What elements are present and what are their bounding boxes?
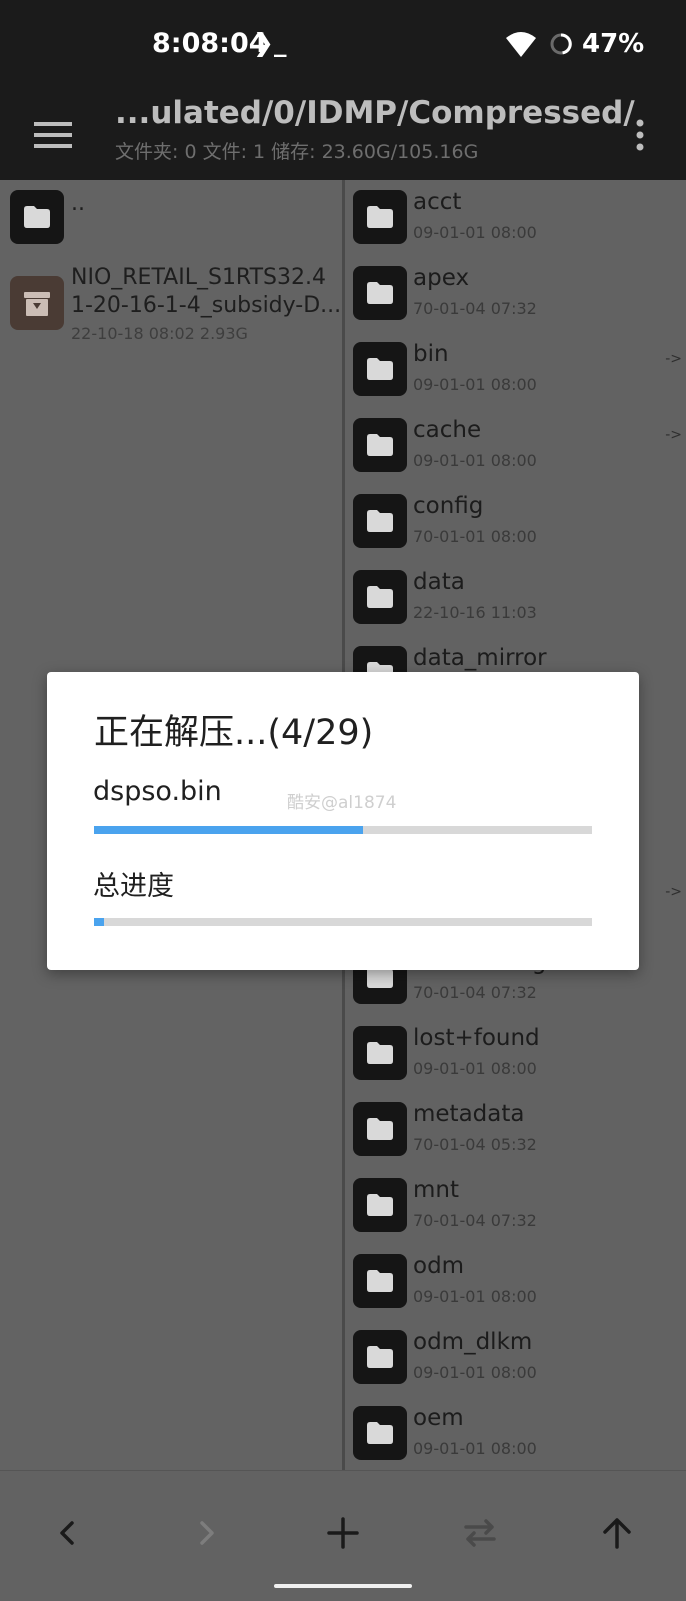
list-item[interactable]: acct 09-01-01 08:00 [345,180,686,256]
item-name: apex [413,265,470,291]
total-progress-label: 总进度 [93,871,174,902]
item-date: 22-10-16 11:03 [413,603,537,622]
list-item[interactable]: odm 09-01-01 08:00 [345,1244,686,1320]
symlink-indicator: -> [665,351,682,367]
archive-file-meta: 22-10-18 08:02 2.93G [71,324,248,343]
folder-icon [353,494,407,548]
symlink-indicator: -> [665,884,682,900]
terminal-icon: ❯_ [253,28,287,57]
add-icon[interactable] [323,1513,363,1553]
item-name: data_mirror [413,645,547,671]
folder-icon [353,570,407,624]
battery-percent: 47% [582,29,645,59]
archive-file-name-line2: 1-20-16-1-4_subsidy-D... [71,293,342,318]
item-name: odm_dlkm [413,1329,533,1355]
status-bar: 8:08:04 ❯_ 47% [0,0,686,90]
item-name: mnt [413,1177,459,1203]
current-file-progress-fill [94,826,363,834]
item-name: cache [413,417,482,443]
list-item[interactable]: config 70-01-01 08:00 [345,484,686,560]
list-item[interactable]: oem 09-01-01 08:00 [345,1396,686,1470]
list-item[interactable]: lost+found 09-01-01 08:00 [345,1016,686,1092]
list-item[interactable]: cache 09-01-01 08:00 -> [345,408,686,484]
watermark: 酷安@al1874 [287,793,397,813]
current-file-progress-bar [94,826,592,834]
folder-icon [353,1026,407,1080]
item-date: 70-01-01 08:00 [413,527,537,546]
item-date: 09-01-01 08:00 [413,1287,537,1306]
folder-icon [353,266,407,320]
current-path: ...ulated/0/IDMP/Compressed/ [115,95,635,131]
item-date: 70-01-04 05:32 [413,1135,537,1154]
list-item[interactable]: apex 70-01-04 07:32 [345,256,686,332]
forward-icon[interactable] [186,1513,226,1553]
parent-directory-row[interactable]: .. [0,180,342,248]
item-name: lost+found [413,1025,540,1051]
list-item[interactable]: bin 09-01-01 08:00 -> [345,332,686,408]
folder-icon [353,1254,407,1308]
total-progress-fill [94,918,104,926]
menu-icon[interactable] [34,110,72,160]
item-name: config [413,493,484,519]
dialog-title: 正在解压...(4/29) [94,713,374,753]
folder-icon [353,1406,407,1460]
folder-icon [353,1178,407,1232]
folder-icon [353,418,407,472]
archive-file-row[interactable]: NIO_RETAIL_S1RTS32.4 1-20-16-1-4_subsidy… [0,260,342,356]
total-progress-bar [94,918,592,926]
folder-icon [10,190,64,244]
folder-icon [353,1330,407,1384]
symlink-indicator: -> [665,427,682,443]
folder-icon [353,190,407,244]
item-name: data [413,569,465,595]
list-item[interactable]: odm_dlkm 09-01-01 08:00 [345,1320,686,1396]
item-date: 09-01-01 08:00 [413,1059,537,1078]
item-date: 09-01-01 08:00 [413,223,537,242]
back-icon[interactable] [48,1513,88,1553]
wifi-icon [506,32,536,57]
battery-ring-icon [550,33,572,55]
folder-icon [353,1102,407,1156]
item-name: bin [413,341,449,367]
app-bar: ...ulated/0/IDMP/Compressed/ 文件夹: 0 文件: … [0,90,686,180]
item-name: metadata [413,1101,525,1127]
archive-icon [10,276,64,330]
swap-icon[interactable] [460,1513,500,1553]
gesture-nav-handle[interactable] [274,1584,412,1588]
more-options-icon[interactable] [628,110,652,160]
item-date: 09-01-01 08:00 [413,1439,537,1458]
item-name: odm [413,1253,465,1279]
item-name: oem [413,1405,464,1431]
status-time: 8:08:04 [152,28,268,59]
item-date: 70-01-04 07:32 [413,1211,537,1230]
bottom-toolbar [0,1470,686,1601]
item-date: 70-01-04 07:32 [413,983,537,1002]
archive-file-name-line1: NIO_RETAIL_S1RTS32.4 [71,265,327,290]
current-file-label: dspso.bin [93,776,222,807]
item-name: acct [413,189,462,215]
item-date: 70-01-04 07:32 [413,299,537,318]
folder-icon [353,342,407,396]
list-item[interactable]: data 22-10-16 11:03 [345,560,686,636]
parent-directory-label: .. [71,191,85,216]
storage-stats: 文件夹: 0 文件: 1 储存: 23.60G/105.16G [115,141,479,163]
up-icon[interactable] [597,1513,637,1553]
list-item[interactable]: mnt 70-01-04 07:32 [345,1168,686,1244]
item-date: 09-01-01 08:00 [413,451,537,470]
list-item[interactable]: metadata 70-01-04 05:32 [345,1092,686,1168]
item-date: 09-01-01 08:00 [413,1363,537,1382]
extract-progress-dialog: 正在解压...(4/29) dspso.bin 酷安@al1874 总进度 [47,672,639,970]
item-date: 09-01-01 08:00 [413,375,537,394]
